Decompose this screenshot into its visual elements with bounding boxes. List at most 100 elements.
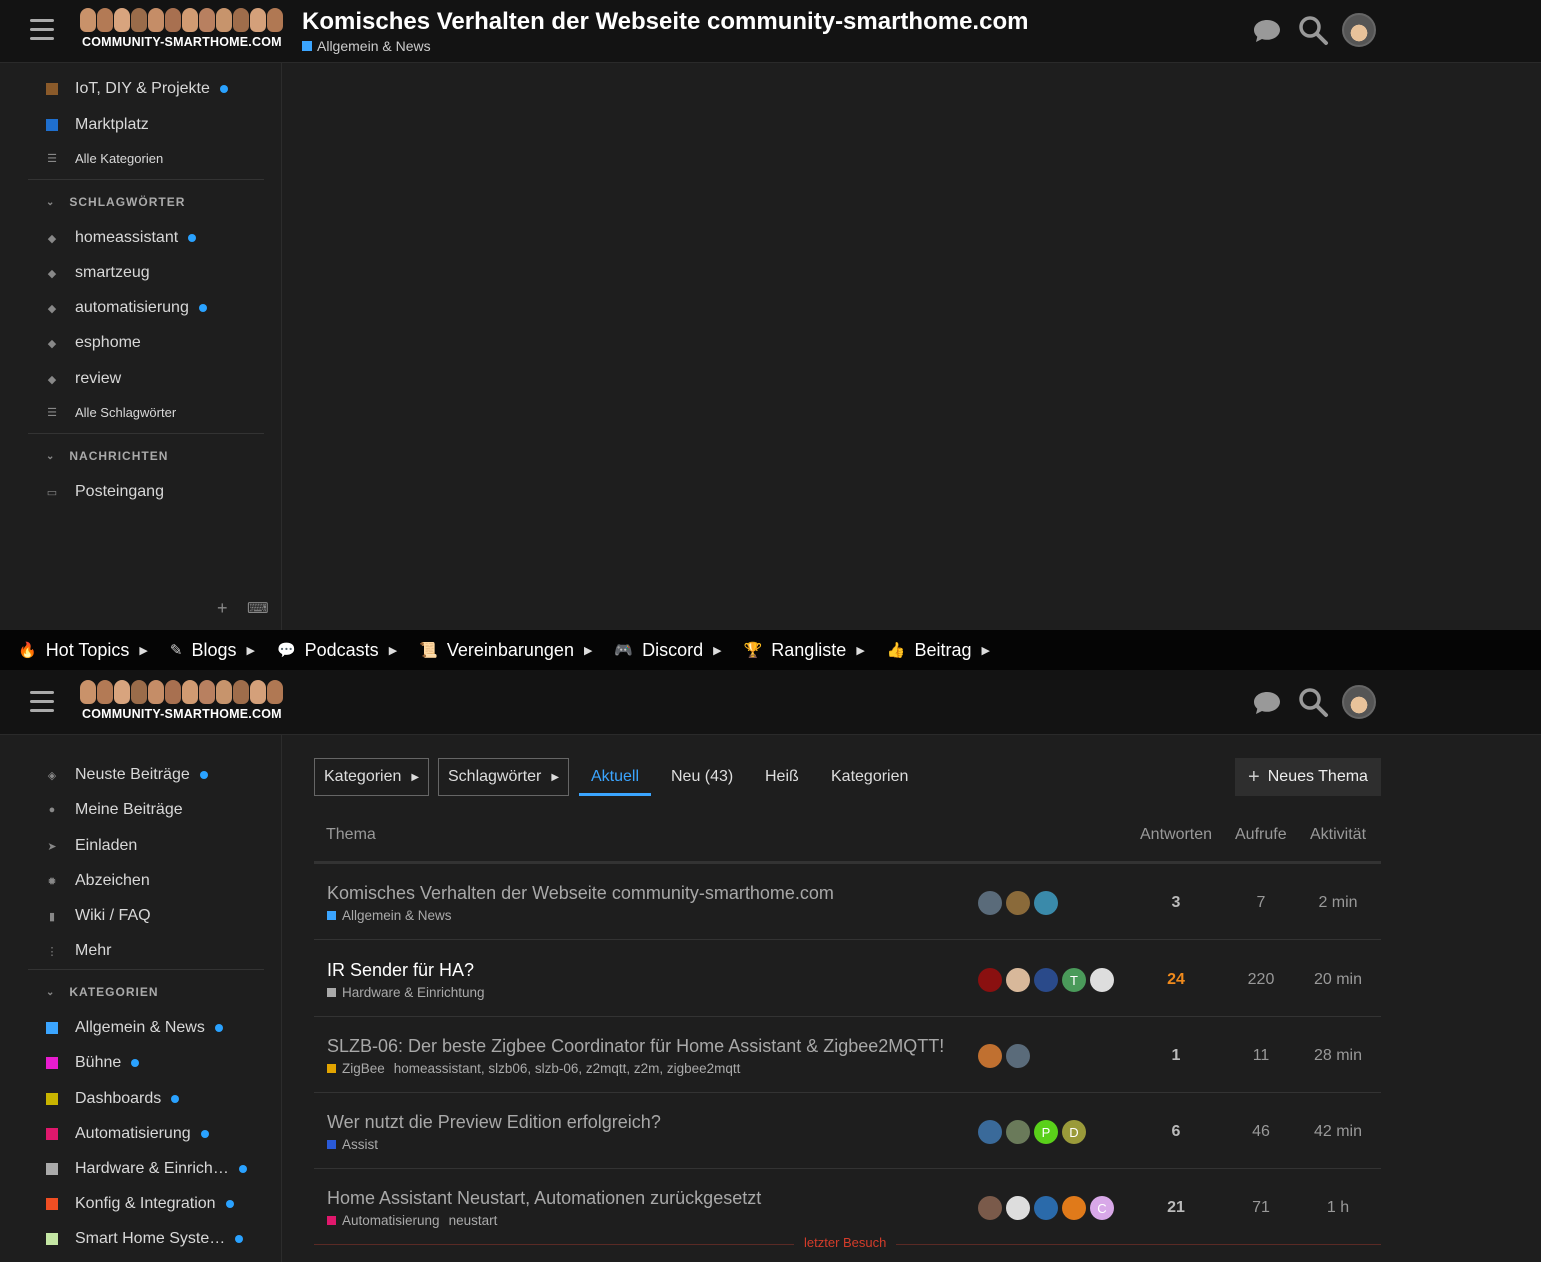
- poster-avatar[interactable]: [978, 1196, 1002, 1220]
- sidebar-category-konfig[interactable]: Konfig & Integration: [46, 1192, 234, 1216]
- hamburger-menu-icon[interactable]: [30, 19, 54, 41]
- replies-count[interactable]: 21: [1146, 1199, 1206, 1217]
- poster-avatar[interactable]: [978, 1120, 1002, 1144]
- sidebar-latest-posts[interactable]: ◈ Neuste Beiträge: [46, 763, 208, 787]
- poster-avatar[interactable]: [1006, 1120, 1030, 1144]
- sidebar-category-dashboards[interactable]: Dashboards: [46, 1087, 180, 1111]
- column-header-activity[interactable]: Aktivität: [1310, 826, 1366, 844]
- topic-category-badge[interactable]: Hardware & Einrichtung: [327, 985, 485, 1000]
- poster-avatar[interactable]: [1006, 1044, 1030, 1068]
- topic-title-link[interactable]: Wer nutzt die Preview Edition erfolgreic…: [327, 1112, 661, 1133]
- poster-avatar[interactable]: [1090, 968, 1114, 992]
- categories-section-heading[interactable]: ⌄ KATEGORIEN: [46, 985, 159, 999]
- sidebar-badges[interactable]: ✹ Abzeichen: [46, 869, 149, 893]
- sidebar-my-posts[interactable]: ● Meine Beiträge: [46, 798, 183, 822]
- nav-hot-topics[interactable]: 🔥 Hot Topics ▶: [18, 640, 148, 661]
- new-topic-button[interactable]: + Neues Thema: [1235, 758, 1381, 796]
- sidebar-inbox[interactable]: ▭ Posteingang: [46, 480, 164, 504]
- poster-avatar[interactable]: [1034, 1196, 1058, 1220]
- poster-avatar[interactable]: [978, 1044, 1002, 1068]
- topic-title-link[interactable]: IR Sender für HA?: [327, 960, 474, 981]
- topic-category-badge[interactable]: Automatisierung neustart: [327, 1213, 497, 1228]
- topic-title-link[interactable]: Komisches Verhalten der Webseite communi…: [327, 883, 834, 904]
- replies-count[interactable]: 24: [1146, 971, 1206, 989]
- topic-row[interactable]: SLZB-06: Der beste Zigbee Coordinator fü…: [314, 1017, 1381, 1093]
- poster-avatar[interactable]: [1034, 891, 1058, 915]
- topic-tags[interactable]: neustart: [449, 1213, 498, 1228]
- activity-time[interactable]: 42 min: [1308, 1123, 1368, 1141]
- tab-categories[interactable]: Kategorien: [831, 768, 908, 786]
- sidebar-invite[interactable]: ➤ Einladen: [46, 834, 137, 858]
- poster-avatar[interactable]: D: [1062, 1120, 1086, 1144]
- site-logo[interactable]: COMMUNITY-SMARTHOME.COM: [80, 680, 292, 724]
- topic-row[interactable]: Home Assistant Neustart, Automationen zu…: [314, 1169, 1381, 1245]
- replies-count[interactable]: 1: [1146, 1047, 1206, 1065]
- tags-section-heading[interactable]: ⌄ SCHLAGWÖRTER: [46, 195, 185, 209]
- topic-tags[interactable]: homeassistant, slzb06, slzb-06, z2mqtt, …: [394, 1061, 741, 1076]
- sidebar-category-hardware[interactable]: Hardware & Einrich…: [46, 1157, 247, 1181]
- topic-title[interactable]: Komisches Verhalten der Webseite communi…: [302, 8, 1028, 36]
- nav-podcasts[interactable]: 💬 Podcasts ▶: [277, 640, 397, 661]
- sidebar-tag-homeassistant[interactable]: ◆ homeassistant: [46, 226, 197, 250]
- nav-vereinbarungen[interactable]: 📜 Vereinbarungen ▶: [419, 640, 592, 661]
- tags-dropdown[interactable]: Schlagwörter ▶: [438, 758, 570, 796]
- activity-time[interactable]: 20 min: [1308, 971, 1368, 989]
- poster-avatar[interactable]: [1006, 891, 1030, 915]
- sidebar-all-tags[interactable]: ☰ Alle Schlagwörter: [46, 400, 176, 424]
- chat-icon[interactable]: [1251, 15, 1283, 47]
- sidebar-wiki-faq[interactable]: ▮ Wiki / FAQ: [46, 904, 151, 928]
- tab-hot[interactable]: Heiß: [765, 768, 799, 786]
- topic-title-link[interactable]: Home Assistant Neustart, Automationen zu…: [327, 1188, 761, 1209]
- replies-count[interactable]: 3: [1146, 894, 1206, 912]
- column-header-views[interactable]: Aufrufe: [1235, 826, 1287, 844]
- site-logo[interactable]: COMMUNITY-SMARTHOME.COM: [80, 8, 292, 52]
- search-icon[interactable]: [1297, 686, 1329, 718]
- search-icon[interactable]: [1297, 14, 1329, 46]
- keyboard-shortcuts-icon[interactable]: ⌨: [247, 599, 269, 617]
- chat-icon[interactable]: [1251, 687, 1283, 719]
- poster-avatar[interactable]: [978, 891, 1002, 915]
- user-avatar[interactable]: [1342, 685, 1376, 719]
- topic-category-badge[interactable]: Allgemein & News: [302, 38, 431, 54]
- sidebar-category-smarthome-systems[interactable]: Smart Home Syste…: [46, 1227, 244, 1251]
- nav-rangliste[interactable]: 🏆 Rangliste ▶: [744, 640, 865, 661]
- sidebar-tag-esphome[interactable]: ◆ esphome: [46, 331, 141, 355]
- add-section-button[interactable]: +: [217, 598, 228, 619]
- poster-avatar[interactable]: [978, 968, 1002, 992]
- poster-avatar[interactable]: [1062, 1196, 1086, 1220]
- sidebar-category-iot[interactable]: IoT, DIY & Projekte: [46, 77, 228, 101]
- sidebar-all-categories[interactable]: ☰ Alle Kategorien: [46, 146, 163, 170]
- topic-category-badge[interactable]: Allgemein & News: [327, 908, 452, 923]
- messages-section-heading[interactable]: ⌄ NACHRICHTEN: [46, 449, 168, 463]
- nav-discord[interactable]: 🎮 Discord ▶: [614, 640, 721, 661]
- poster-avatar[interactable]: [1006, 1196, 1030, 1220]
- poster-avatar[interactable]: P: [1034, 1120, 1058, 1144]
- topic-row[interactable]: IR Sender für HA? Hardware & Einrichtung T…: [314, 941, 1381, 1017]
- activity-time[interactable]: 1 h: [1308, 1199, 1368, 1217]
- activity-time[interactable]: 2 min: [1308, 894, 1368, 912]
- topic-category-badge[interactable]: Assist: [327, 1137, 378, 1152]
- categories-dropdown[interactable]: Kategorien ▶: [314, 758, 430, 796]
- poster-avatar[interactable]: [1006, 968, 1030, 992]
- poster-avatar[interactable]: [1034, 968, 1058, 992]
- user-avatar[interactable]: [1342, 13, 1376, 47]
- column-header-topic[interactable]: Thema: [326, 826, 376, 844]
- sidebar-category-buehne[interactable]: Bühne: [46, 1051, 140, 1075]
- tab-latest[interactable]: Aktuell: [591, 768, 639, 786]
- replies-count[interactable]: 6: [1146, 1123, 1206, 1141]
- poster-avatar[interactable]: T: [1062, 968, 1086, 992]
- sidebar-more[interactable]: ⋮ Mehr: [46, 939, 112, 963]
- sidebar-category-marktplatz[interactable]: Marktplatz: [46, 113, 149, 137]
- poster-avatar[interactable]: C: [1090, 1196, 1114, 1220]
- topic-category-badge[interactable]: ZigBee homeassistant, slzb06, slzb-06, z2…: [327, 1061, 740, 1076]
- sidebar-category-automatisierung[interactable]: Automatisierung: [46, 1122, 209, 1146]
- tab-new[interactable]: Neu (43): [671, 768, 733, 786]
- column-header-replies[interactable]: Antworten: [1140, 826, 1212, 844]
- topic-title-link[interactable]: SLZB-06: Der beste Zigbee Coordinator fü…: [327, 1036, 944, 1057]
- topic-row[interactable]: Komisches Verhalten der Webseite communi…: [314, 864, 1381, 940]
- topic-row[interactable]: Wer nutzt die Preview Edition erfolgreic…: [314, 1093, 1381, 1169]
- sidebar-tag-smartzeug[interactable]: ◆ smartzeug: [46, 261, 150, 285]
- hamburger-menu-icon[interactable]: [30, 691, 54, 713]
- sidebar-tag-review[interactable]: ◆ review: [46, 367, 121, 391]
- nav-beitrag[interactable]: 👍 Beitrag ▶: [887, 640, 990, 661]
